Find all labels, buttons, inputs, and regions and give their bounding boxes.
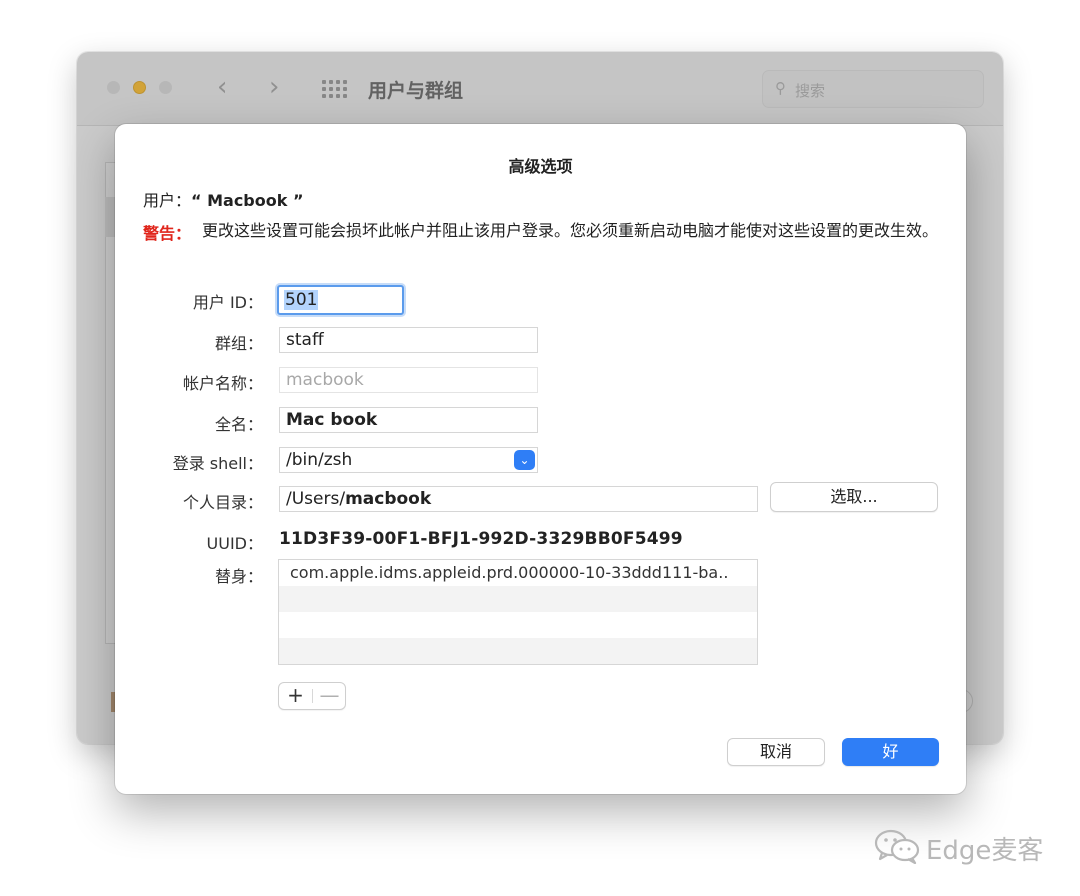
forward-arrow-icon[interactable]: › (269, 72, 279, 102)
user-name: “ Macbook ” (191, 191, 304, 210)
warning-label: 警告： (143, 224, 192, 243)
group-label: 群组： (214, 334, 263, 353)
home-dir-prefix: /Users/ (286, 489, 346, 509)
user-label: 用户： (143, 191, 192, 210)
chevron-down-icon[interactable]: ⌄ (514, 450, 535, 470)
back-arrow-icon[interactable]: ‹ (217, 72, 227, 102)
zoom-window-button[interactable] (159, 81, 172, 94)
dialog-title: 高级选项 (508, 157, 573, 176)
account-name-field: macbook (279, 367, 538, 393)
home-dir-field[interactable]: /Users/macbook (279, 486, 758, 512)
user-id-value: 501 (284, 290, 319, 310)
close-window-button[interactable] (107, 81, 120, 94)
aliases-list[interactable]: com.apple.idms.appleid.prd.000000-10-33d… (278, 559, 758, 665)
alias-empty-row (279, 638, 757, 664)
user-id-field[interactable]: 501 (277, 285, 404, 315)
ok-button[interactable]: 好 (842, 738, 939, 766)
login-shell-label: 登录 shell： (172, 454, 263, 473)
home-dir-name: macbook (345, 489, 432, 509)
search-field[interactable]: ⚲ 搜索 (762, 70, 984, 108)
warning-text: 更改这些设置可能会损坏此帐户并阻止该用户登录。您必须重新启动电脑才能使对这些设置… (202, 221, 939, 240)
cancel-button[interactable]: 取消 (727, 738, 825, 766)
home-dir-label: 个人目录： (182, 493, 263, 512)
aliases-label: 替身： (214, 567, 263, 586)
login-shell-value: /bin/zsh (286, 450, 353, 470)
user-id-label: 用户 ID： (192, 293, 263, 312)
uuid-label: UUID： (206, 534, 263, 553)
search-icon: ⚲ (775, 79, 786, 97)
window-titlebar: ‹ › 用户与群组 ⚲ 搜索 (77, 52, 1003, 126)
watermark-text: Edge麦客 (926, 836, 1044, 866)
alias-row[interactable]: com.apple.idms.appleid.prd.000000-10-33d… (279, 560, 757, 586)
alias-value: com.apple.idms.appleid.prd.000000-10-33d… (290, 563, 729, 582)
alias-empty-row (279, 586, 757, 612)
window-title: 用户与群组 (368, 80, 464, 102)
account-name-label: 帐户名称： (182, 374, 263, 393)
minimize-window-button[interactable] (133, 81, 146, 94)
group-field[interactable]: staff (279, 327, 538, 353)
add-remove-control: + — (278, 682, 346, 710)
full-name-label: 全名： (214, 415, 263, 434)
search-placeholder: 搜索 (795, 82, 826, 100)
remove-alias-button[interactable]: — (313, 683, 346, 709)
login-shell-select[interactable]: /bin/zsh ⌄ (279, 447, 538, 473)
wechat-logo-icon (874, 829, 920, 864)
add-alias-button[interactable]: + (279, 683, 312, 709)
choose-button[interactable]: 选取... (770, 482, 938, 512)
alias-empty-row (279, 612, 757, 638)
full-name-field[interactable]: Mac book (279, 407, 538, 433)
advanced-options-dialog: 高级选项 用户：“ Macbook ” 警告： 更改这些设置可能会损坏此帐户并阻… (115, 124, 966, 794)
show-all-grid-icon[interactable] (322, 80, 348, 98)
uuid-value: 11D3F39-00F1-BFJ1-992D-3329BB0F5499 (279, 529, 683, 549)
user-line: 用户：“ Macbook ” (143, 187, 303, 211)
